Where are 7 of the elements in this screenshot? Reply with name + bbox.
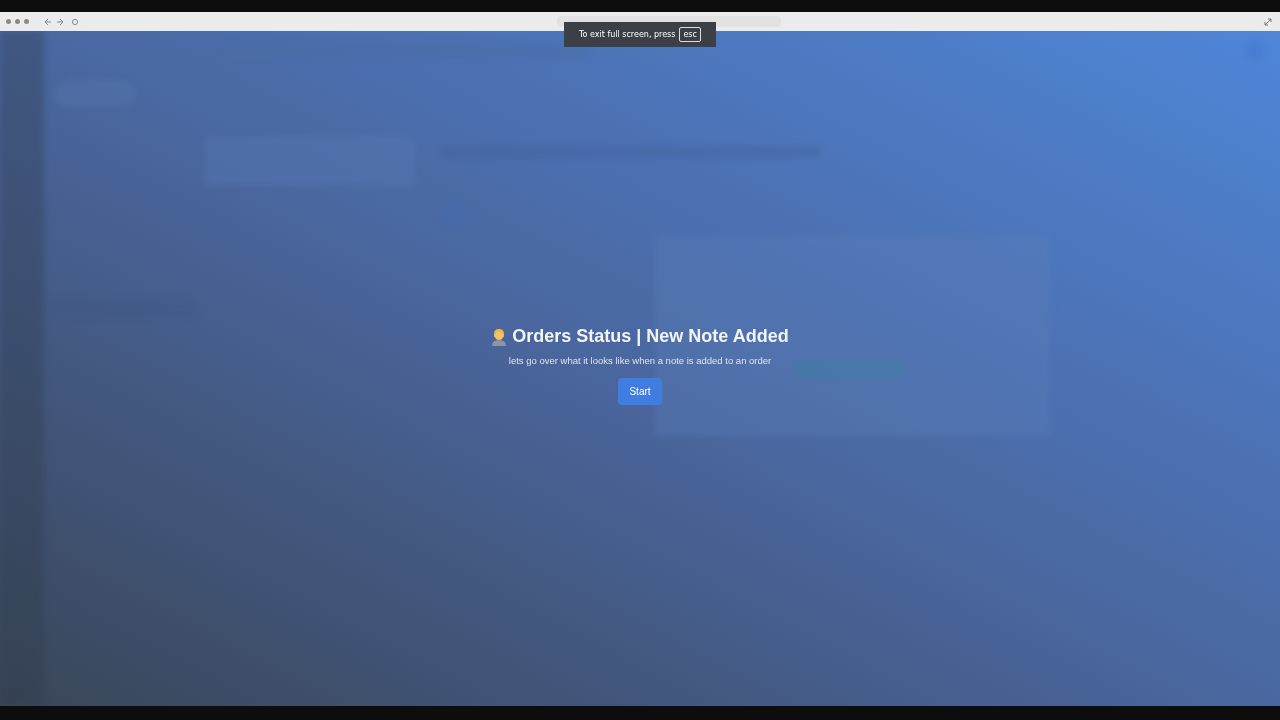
tour-title: Orders Status | New Note Added — [512, 326, 789, 347]
notice-text: To exit full screen, press — [579, 30, 676, 39]
start-button[interactable]: Start — [618, 378, 662, 405]
expand-icon[interactable] — [1264, 17, 1272, 26]
esc-key-label: esc — [679, 27, 701, 42]
tour-subtitle: lets go over what it looks like when a note is added to an order — [508, 355, 772, 366]
person-icon — [491, 327, 508, 346]
